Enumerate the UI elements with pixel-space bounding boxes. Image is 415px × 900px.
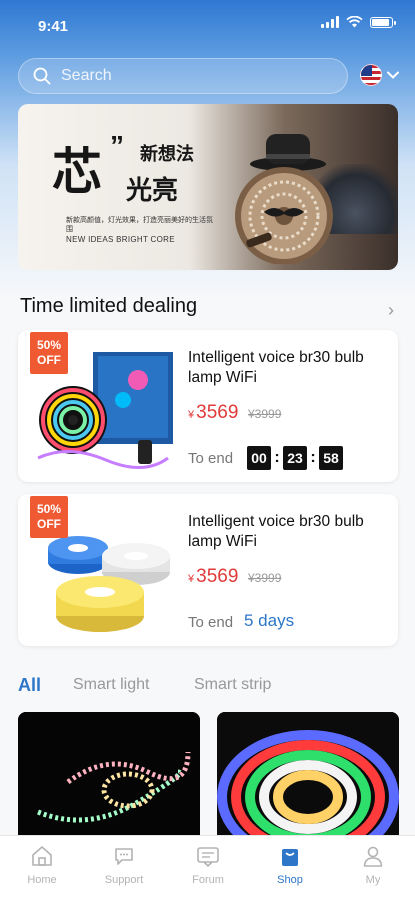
banner-fine-print: 新款高颜值，灯光效果，打造亮丽美好的生活氛围 [66, 216, 213, 233]
discount-badge-off: OFF [37, 517, 61, 531]
discount-badge-percent: 50% [36, 502, 62, 516]
wifi-icon [346, 16, 363, 28]
banner-headline-big: 芯 [52, 143, 102, 201]
tab-all[interactable]: All [18, 675, 41, 696]
nav-shop[interactable]: Shop [255, 844, 325, 886]
led-strip-product-image [18, 712, 200, 842]
original-price: ¥3999 [248, 407, 282, 421]
nav-support[interactable]: Support [89, 844, 159, 886]
user-icon [363, 846, 383, 867]
discount-badge-percent: 50% [36, 338, 62, 352]
deal-card[interactable]: 50% OFF Intelligent voice br30 bulb lamp… [18, 494, 398, 646]
discount-badge-off: OFF [37, 353, 61, 367]
product-name: Intelligent voice br30 bulb lamp WiFi [188, 513, 364, 550]
chevron-right-icon[interactable]: › [388, 300, 394, 321]
signal-icon [321, 16, 339, 28]
banner-slogan: NEW IDEAS BRIGHT CORE [66, 235, 175, 244]
to-end-label: To end [188, 450, 234, 467]
banner-headline-small: 新想法 [140, 144, 194, 165]
nav-label: Shop [277, 874, 303, 886]
home-icon [32, 846, 52, 866]
forum-icon [197, 847, 219, 868]
section-title-time-limited: Time limited dealing [20, 295, 198, 317]
countdown-timer: 00 : 23 : 58 [247, 446, 343, 470]
timer-seconds: 58 [319, 446, 343, 470]
currency-symbol: ¥ [188, 573, 195, 585]
discount-badge: 50% OFF [30, 332, 68, 374]
status-bar: 9:41 [0, 0, 415, 50]
nav-home[interactable]: Home [7, 844, 77, 886]
nav-forum[interactable]: Forum [173, 844, 243, 886]
nav-label: Forum [192, 874, 224, 886]
rgb-strip-product-image [217, 712, 399, 842]
search-input[interactable] [61, 67, 311, 85]
currency-symbol: ¥ [188, 409, 195, 421]
bottom-nav: Home Support Forum Shop My [0, 835, 415, 900]
nav-label: My [365, 874, 381, 886]
language-switch[interactable] [360, 64, 399, 86]
banner-headline-sub: 光亮 [126, 176, 179, 206]
sale-price: ¥3569 [188, 566, 238, 588]
battery-icon [370, 16, 396, 28]
timer-hours: 00 [247, 446, 271, 470]
led-reel-mascot-image [235, 134, 333, 264]
product-tile[interactable] [217, 712, 399, 842]
to-end-label: To end [188, 614, 234, 631]
tab-smart-strip[interactable]: Smart strip [194, 676, 271, 694]
days-remaining: 5 days [244, 611, 295, 630]
search-bar[interactable] [18, 58, 348, 94]
sale-price: ¥3569 [188, 402, 238, 424]
nav-my[interactable]: My [338, 844, 408, 886]
discount-badge: 50% OFF [30, 496, 68, 538]
promo-banner[interactable]: 芯 ” 新想法 光亮 新款高颜值，灯光效果，打造亮丽美好的生活氛围 NEW ID… [18, 104, 398, 270]
us-flag-icon [360, 64, 382, 86]
bag-icon [282, 849, 298, 866]
original-price: ¥3999 [248, 571, 282, 585]
search-icon [33, 67, 51, 85]
sale-price-value: 3569 [196, 566, 239, 587]
status-time: 9:41 [38, 18, 69, 35]
sale-price-value: 3569 [196, 402, 239, 423]
product-tile[interactable] [18, 712, 200, 842]
nav-label: Home [27, 874, 57, 886]
chevron-down-icon [387, 71, 399, 79]
status-icons [321, 16, 396, 28]
timer-minutes: 23 [283, 446, 307, 470]
product-name: Intelligent voice br30 bulb lamp WiFi [188, 349, 364, 386]
deal-card[interactable]: 50% OFF Intelligent voice br30 bulb lamp… [18, 330, 398, 482]
nav-label: Support [104, 874, 144, 886]
tab-smart-light[interactable]: Smart light [73, 676, 149, 694]
banner-quote-mark: ” [110, 130, 124, 161]
chat-icon [115, 848, 133, 865]
